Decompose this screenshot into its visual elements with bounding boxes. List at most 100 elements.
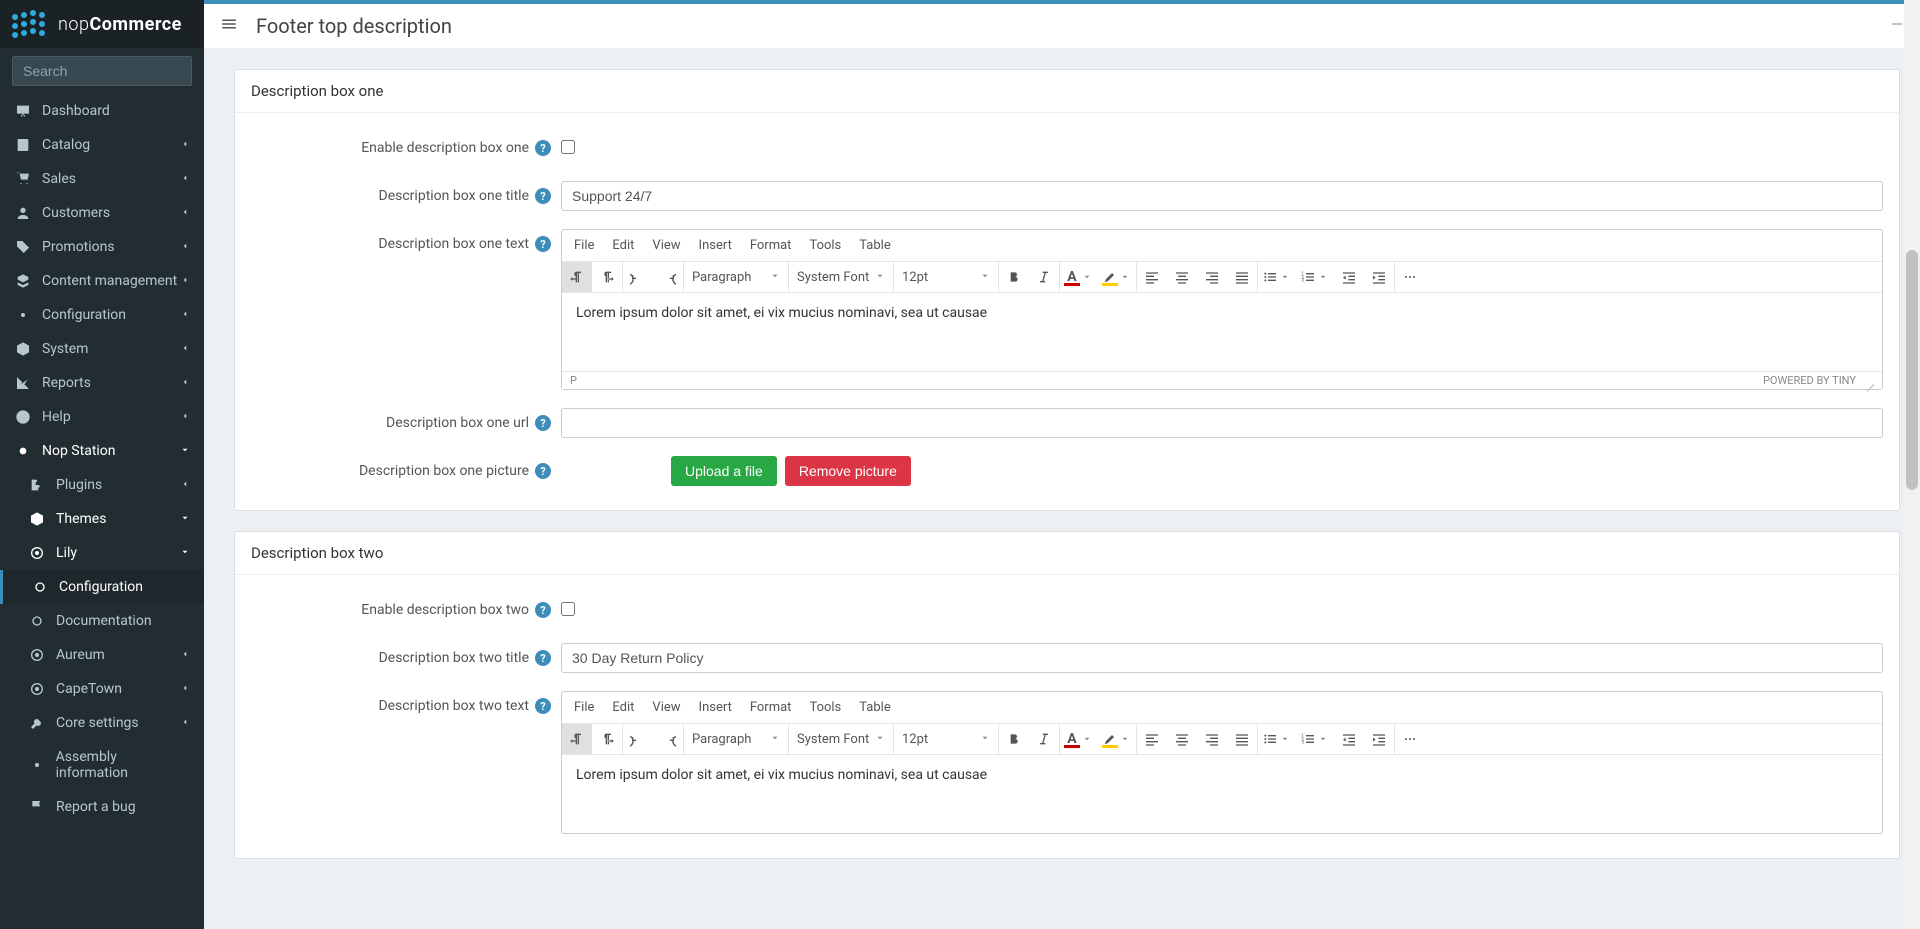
- sidebar-item-aureum[interactable]: Aureum: [0, 638, 204, 672]
- redo-icon[interactable]: [653, 262, 683, 292]
- bullet-list-icon[interactable]: [1258, 724, 1296, 754]
- align-right-icon[interactable]: [1197, 724, 1227, 754]
- text-color-icon[interactable]: A: [1060, 724, 1098, 754]
- indent-icon[interactable]: [1364, 262, 1394, 292]
- align-left-icon[interactable]: [1137, 724, 1167, 754]
- highlight-color-icon[interactable]: [1098, 724, 1136, 754]
- sidebar-item-customers[interactable]: Customers: [0, 196, 204, 230]
- editor-menu-insert[interactable]: Insert: [699, 238, 732, 253]
- align-justify-icon[interactable]: [1227, 724, 1257, 754]
- editor-menu-file[interactable]: File: [574, 238, 594, 253]
- help-icon[interactable]: ?: [535, 236, 551, 252]
- help-icon[interactable]: ?: [535, 415, 551, 431]
- logo[interactable]: nopCommerce: [0, 0, 204, 48]
- highlight-color-icon[interactable]: [1098, 262, 1136, 292]
- sidebar-item-nop-station[interactable]: Nop Station: [0, 434, 204, 468]
- window-scrollbar[interactable]: [1904, 0, 1920, 929]
- editor-menu-format[interactable]: Format: [750, 238, 792, 253]
- sidebar-item-system[interactable]: System: [0, 332, 204, 366]
- editor-content-two[interactable]: Lorem ipsum dolor sit amet, ei vix muciu…: [562, 755, 1882, 833]
- bullet-list-icon[interactable]: [1258, 262, 1296, 292]
- sidebar-item-dashboard[interactable]: Dashboard: [0, 94, 204, 128]
- remove-picture-button[interactable]: Remove picture: [785, 456, 911, 486]
- align-center-icon[interactable]: [1167, 262, 1197, 292]
- ltr-icon[interactable]: [592, 724, 622, 754]
- align-center-icon[interactable]: [1167, 724, 1197, 754]
- sidebar-search[interactable]: [12, 56, 192, 86]
- sidebar-item-configuration[interactable]: Configuration: [0, 298, 204, 332]
- editor-menu-tools[interactable]: Tools: [809, 700, 841, 715]
- redo-icon[interactable]: [653, 724, 683, 754]
- editor-content-one[interactable]: Lorem ipsum dolor sit amet, ei vix muciu…: [562, 293, 1882, 371]
- help-icon[interactable]: ?: [535, 650, 551, 666]
- block-format-select[interactable]: Paragraph: [684, 262, 788, 292]
- editor-menu-edit[interactable]: Edit: [612, 700, 634, 715]
- sidebar-item-help[interactable]: Help: [0, 400, 204, 434]
- window-scrollbar-thumb[interactable]: [1906, 250, 1918, 490]
- italic-icon[interactable]: [1029, 724, 1059, 754]
- editor-menu-file[interactable]: File: [574, 700, 594, 715]
- input-title-one[interactable]: [561, 181, 1883, 211]
- sidebar-item-plugins[interactable]: Plugins: [0, 468, 204, 502]
- search-input[interactable]: [23, 63, 204, 79]
- editor-menu-view[interactable]: View: [652, 700, 680, 715]
- bold-icon[interactable]: [999, 262, 1029, 292]
- numbered-list-icon[interactable]: 123: [1296, 262, 1334, 292]
- sidebar-item-assembly-information[interactable]: Assembly information: [0, 740, 204, 790]
- checkbox-enable-one[interactable]: [561, 140, 575, 154]
- input-title-two[interactable]: [561, 643, 1883, 673]
- ltr-icon[interactable]: [592, 262, 622, 292]
- editor-menu-view[interactable]: View: [652, 238, 680, 253]
- sidebar-item-themes[interactable]: Themes: [0, 502, 204, 536]
- align-right-icon[interactable]: [1197, 262, 1227, 292]
- sidebar-item-sales[interactable]: Sales: [0, 162, 204, 196]
- text-color-icon[interactable]: A: [1060, 262, 1098, 292]
- sidebar-item-promotions[interactable]: Promotions: [0, 230, 204, 264]
- sidebar-item-configuration[interactable]: Configuration: [0, 570, 204, 604]
- more-icon[interactable]: [1395, 262, 1425, 292]
- font-family-select[interactable]: System Font: [789, 262, 893, 292]
- align-left-icon[interactable]: [1137, 262, 1167, 292]
- editor-menu-tools[interactable]: Tools: [809, 238, 841, 253]
- numbered-list-icon[interactable]: 123: [1296, 724, 1334, 754]
- font-size-select[interactable]: 12pt: [894, 262, 998, 292]
- collapse-icon[interactable]: [1890, 17, 1904, 35]
- bold-icon[interactable]: [999, 724, 1029, 754]
- sidebar-item-report-a-bug[interactable]: Report a bug: [0, 790, 204, 824]
- sidebar-item-lily[interactable]: Lily: [0, 536, 204, 570]
- rtl-icon[interactable]: [562, 724, 592, 754]
- sidebar-item-capetown[interactable]: CapeTown: [0, 672, 204, 706]
- font-family-select[interactable]: System Font: [789, 724, 893, 754]
- sidebar-item-documentation[interactable]: Documentation: [0, 604, 204, 638]
- help-icon[interactable]: ?: [535, 698, 551, 714]
- editor-menu-insert[interactable]: Insert: [699, 700, 732, 715]
- sidebar-item-core-settings[interactable]: Core settings: [0, 706, 204, 740]
- help-icon[interactable]: ?: [535, 140, 551, 156]
- hamburger-icon[interactable]: [220, 15, 244, 37]
- help-icon[interactable]: ?: [535, 188, 551, 204]
- editor-menu-edit[interactable]: Edit: [612, 238, 634, 253]
- help-icon[interactable]: ?: [535, 463, 551, 479]
- editor-menu-table[interactable]: Table: [859, 700, 890, 715]
- editor-menu-format[interactable]: Format: [750, 700, 792, 715]
- undo-icon[interactable]: [623, 724, 653, 754]
- sidebar-item-reports[interactable]: Reports: [0, 366, 204, 400]
- font-size-select[interactable]: 12pt: [894, 724, 998, 754]
- outdent-icon[interactable]: [1334, 262, 1364, 292]
- block-format-select[interactable]: Paragraph: [684, 724, 788, 754]
- rtl-icon[interactable]: [562, 262, 592, 292]
- upload-button[interactable]: Upload a file: [671, 456, 777, 486]
- outdent-icon[interactable]: [1334, 724, 1364, 754]
- undo-icon[interactable]: [623, 262, 653, 292]
- editor-menu-table[interactable]: Table: [859, 238, 890, 253]
- italic-icon[interactable]: [1029, 262, 1059, 292]
- resize-handle-icon[interactable]: [1862, 375, 1874, 387]
- checkbox-enable-two[interactable]: [561, 602, 575, 616]
- input-url-one[interactable]: [561, 408, 1883, 438]
- indent-icon[interactable]: [1364, 724, 1394, 754]
- sidebar-item-catalog[interactable]: Catalog: [0, 128, 204, 162]
- sidebar-item-content-management[interactable]: Content management: [0, 264, 204, 298]
- help-icon[interactable]: ?: [535, 602, 551, 618]
- align-justify-icon[interactable]: [1227, 262, 1257, 292]
- more-icon[interactable]: [1395, 724, 1425, 754]
